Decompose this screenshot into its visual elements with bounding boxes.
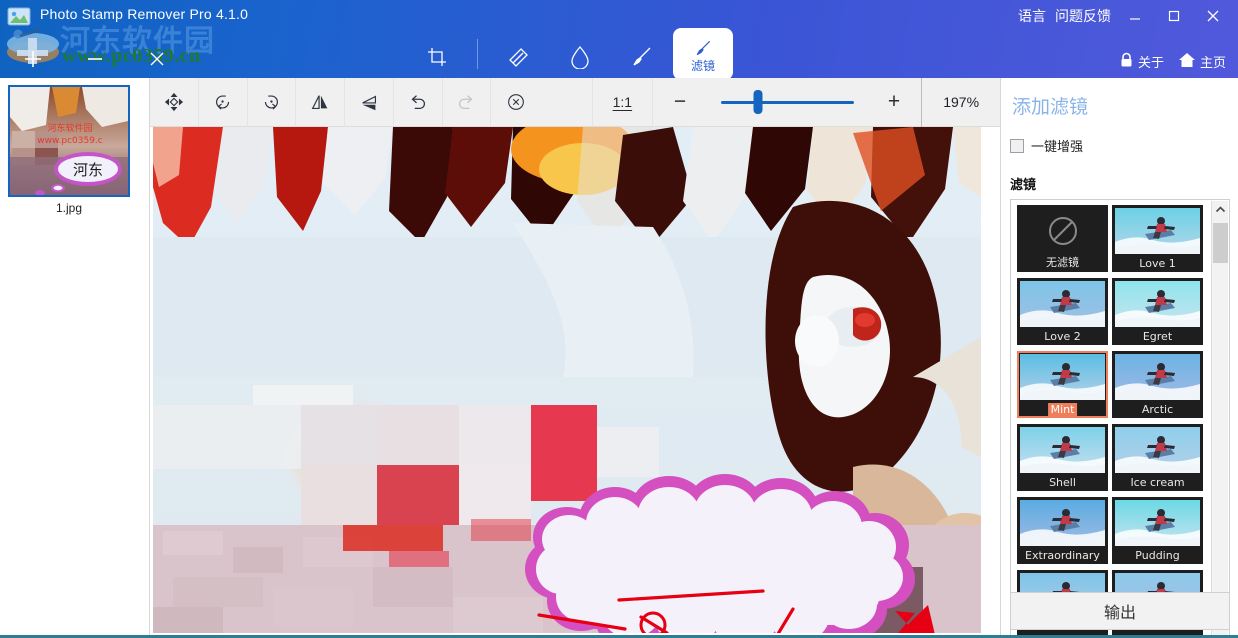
thumbnail-item[interactable]: 河东软件园 www.pc0359.c 河东 1.jpg: [8, 85, 130, 215]
app-logo-icon: [6, 4, 32, 30]
zoom-out-button[interactable]: −: [651, 77, 708, 127]
filter-item-label: Extraordinary: [1025, 549, 1100, 562]
filter-panel: 添加滤镜 一键增强 滤镜 无滤镜 Love 1 Love 2 Egret Mint Arc…: [1000, 78, 1238, 638]
filter-item-label: Love 1: [1139, 257, 1176, 270]
title-bar: Photo Stamp Remover Pro 4.1.0 河东软件园 www.…: [0, 0, 1238, 78]
filter-preview-thumbnail: [1115, 500, 1200, 546]
one-click-enhance-checkbox[interactable]: [1010, 138, 1024, 153]
titlebar-right-group: 语言 问题反馈: [1018, 4, 1228, 28]
about-label: 关于: [1137, 55, 1164, 70]
filter-item[interactable]: Egret: [1112, 278, 1203, 345]
filter-item[interactable]: Love 2: [1017, 278, 1108, 345]
one-click-enhance-label: 一键增强: [1031, 140, 1084, 155]
zoom-slider[interactable]: [707, 78, 866, 127]
zoom-slider-thumb[interactable]: [753, 90, 763, 114]
fit-actual-size-button[interactable]: 1:1: [592, 77, 652, 127]
filter-item-label: 无滤镜: [1046, 256, 1079, 269]
filter-item[interactable]: Mint: [1017, 351, 1108, 418]
rotate-left-button[interactable]: [199, 77, 248, 127]
thumbnail-image[interactable]: 河东软件园 www.pc0359.c 河东: [8, 85, 130, 197]
edited-image-content: [153, 127, 981, 633]
filter-item-label: Mint: [1047, 403, 1078, 416]
add-image-button[interactable]: [22, 48, 44, 70]
home-link[interactable]: 主页: [1178, 52, 1226, 71]
filter-item[interactable]: Pudding: [1112, 497, 1203, 564]
filter-item[interactable]: Love 1: [1112, 205, 1203, 272]
svg-text:河东: 河东: [73, 161, 103, 179]
filter-preview-thumbnail: [1115, 427, 1200, 473]
image-canvas-area[interactable]: [150, 127, 1000, 638]
svg-text:www.pc0359.c: www.pc0359.c: [37, 136, 103, 146]
filter-preview-thumbnail: [1020, 354, 1105, 400]
remove-image-button[interactable]: [84, 48, 106, 70]
minimize-button[interactable]: [1120, 4, 1150, 28]
scroll-up-button[interactable]: [1212, 201, 1229, 217]
filter-preview-thumbnail: [1020, 281, 1105, 327]
filter-item[interactable]: Extraordinary: [1017, 497, 1108, 564]
filter-item-label: Ice cream: [1130, 476, 1185, 489]
tool-tab-bar: 滤镜: [406, 28, 733, 78]
maximize-button[interactable]: [1159, 4, 1189, 28]
zoom-slider-track: [720, 90, 854, 114]
filters-section-label: 滤镜: [1010, 178, 1037, 193]
zoom-in-button[interactable]: +: [867, 77, 923, 127]
app-title: Photo Stamp Remover Pro 4.1.0: [40, 6, 249, 22]
filter-item-label: Arctic: [1141, 403, 1174, 416]
tool-filter-label: 滤镜: [690, 59, 715, 73]
file-operations-group: [22, 48, 168, 70]
tool-brush[interactable]: [611, 34, 673, 78]
reset-button[interactable]: [491, 78, 540, 127]
filter-preview-thumbnail: [1020, 500, 1105, 546]
filter-preview-thumbnail: [1020, 427, 1105, 473]
filters-scrollbar[interactable]: [1211, 201, 1228, 638]
filter-item[interactable]: Ice cream: [1112, 424, 1203, 491]
feedback-link[interactable]: 问题反馈: [1055, 6, 1111, 26]
filter-item-label: Egret: [1142, 330, 1173, 343]
tool-crop[interactable]: [406, 34, 468, 78]
app-window: Photo Stamp Remover Pro 4.1.0 河东软件园 www.…: [0, 0, 1238, 638]
undo-button[interactable]: [394, 77, 443, 127]
filter-item[interactable]: 无滤镜: [1017, 205, 1108, 272]
language-link[interactable]: 语言: [1018, 6, 1046, 26]
scrollbar-thumb[interactable]: [1213, 223, 1228, 263]
canvas-toolbar: 1:1 − + 197%: [150, 77, 1000, 127]
header-quick-links: 关于 主页: [1119, 52, 1226, 71]
tool-blur[interactable]: [549, 34, 611, 78]
about-link[interactable]: 关于: [1119, 52, 1164, 71]
home-icon: [1178, 52, 1196, 71]
thumbnail-sidebar: 河东软件园 www.pc0359.c 河东 1.jpg: [0, 78, 150, 638]
lock-icon: [1119, 52, 1134, 71]
output-button[interactable]: 输出: [1010, 592, 1230, 630]
clear-images-button[interactable]: [146, 48, 168, 70]
move-tool-button[interactable]: [150, 77, 199, 127]
thumbnail-preview: 河东软件园 www.pc0359.c 河东: [10, 87, 128, 195]
home-label: 主页: [1199, 55, 1226, 70]
one-click-enhance-row[interactable]: 一键增强: [1010, 136, 1083, 155]
rotate-right-button[interactable]: [248, 77, 297, 127]
flip-horizontal-button[interactable]: [296, 77, 345, 127]
svg-text:河东软件园: 河东软件园: [47, 122, 92, 134]
filter-item-label: Pudding: [1135, 549, 1180, 562]
filter-preview-thumbnail: [1115, 354, 1200, 400]
thumbnail-filename: 1.jpg: [55, 201, 83, 215]
filter-preview-thumbnail: [1115, 281, 1200, 327]
close-button[interactable]: [1198, 4, 1228, 28]
tool-filter[interactable]: 滤镜: [673, 28, 733, 78]
no-filter-icon: [1020, 208, 1105, 254]
filter-item[interactable]: Arctic: [1112, 351, 1203, 418]
edited-image[interactable]: [153, 127, 981, 633]
fit-actual-size-label: 1:1: [612, 94, 633, 110]
redo-button[interactable]: [443, 77, 492, 127]
filters-grid: 无滤镜 Love 1 Love 2 Egret Mint Arctic Shell Ice c…: [1017, 205, 1207, 637]
filter-item-label: Shell: [1049, 476, 1076, 489]
flip-vertical-button[interactable]: [345, 77, 394, 127]
filter-item[interactable]: Shell: [1017, 424, 1108, 491]
filter-item-label: Love 2: [1044, 330, 1081, 343]
filter-preview-thumbnail: [1115, 208, 1200, 254]
zoom-percent-label: 197%: [943, 94, 980, 110]
filter-panel-title: 添加滤镜: [1012, 96, 1089, 118]
filters-list[interactable]: 无滤镜 Love 1 Love 2 Egret Mint Arctic Shell Ice c…: [1010, 199, 1230, 638]
tool-eraser[interactable]: [487, 34, 549, 78]
tool-divider: [477, 39, 478, 69]
